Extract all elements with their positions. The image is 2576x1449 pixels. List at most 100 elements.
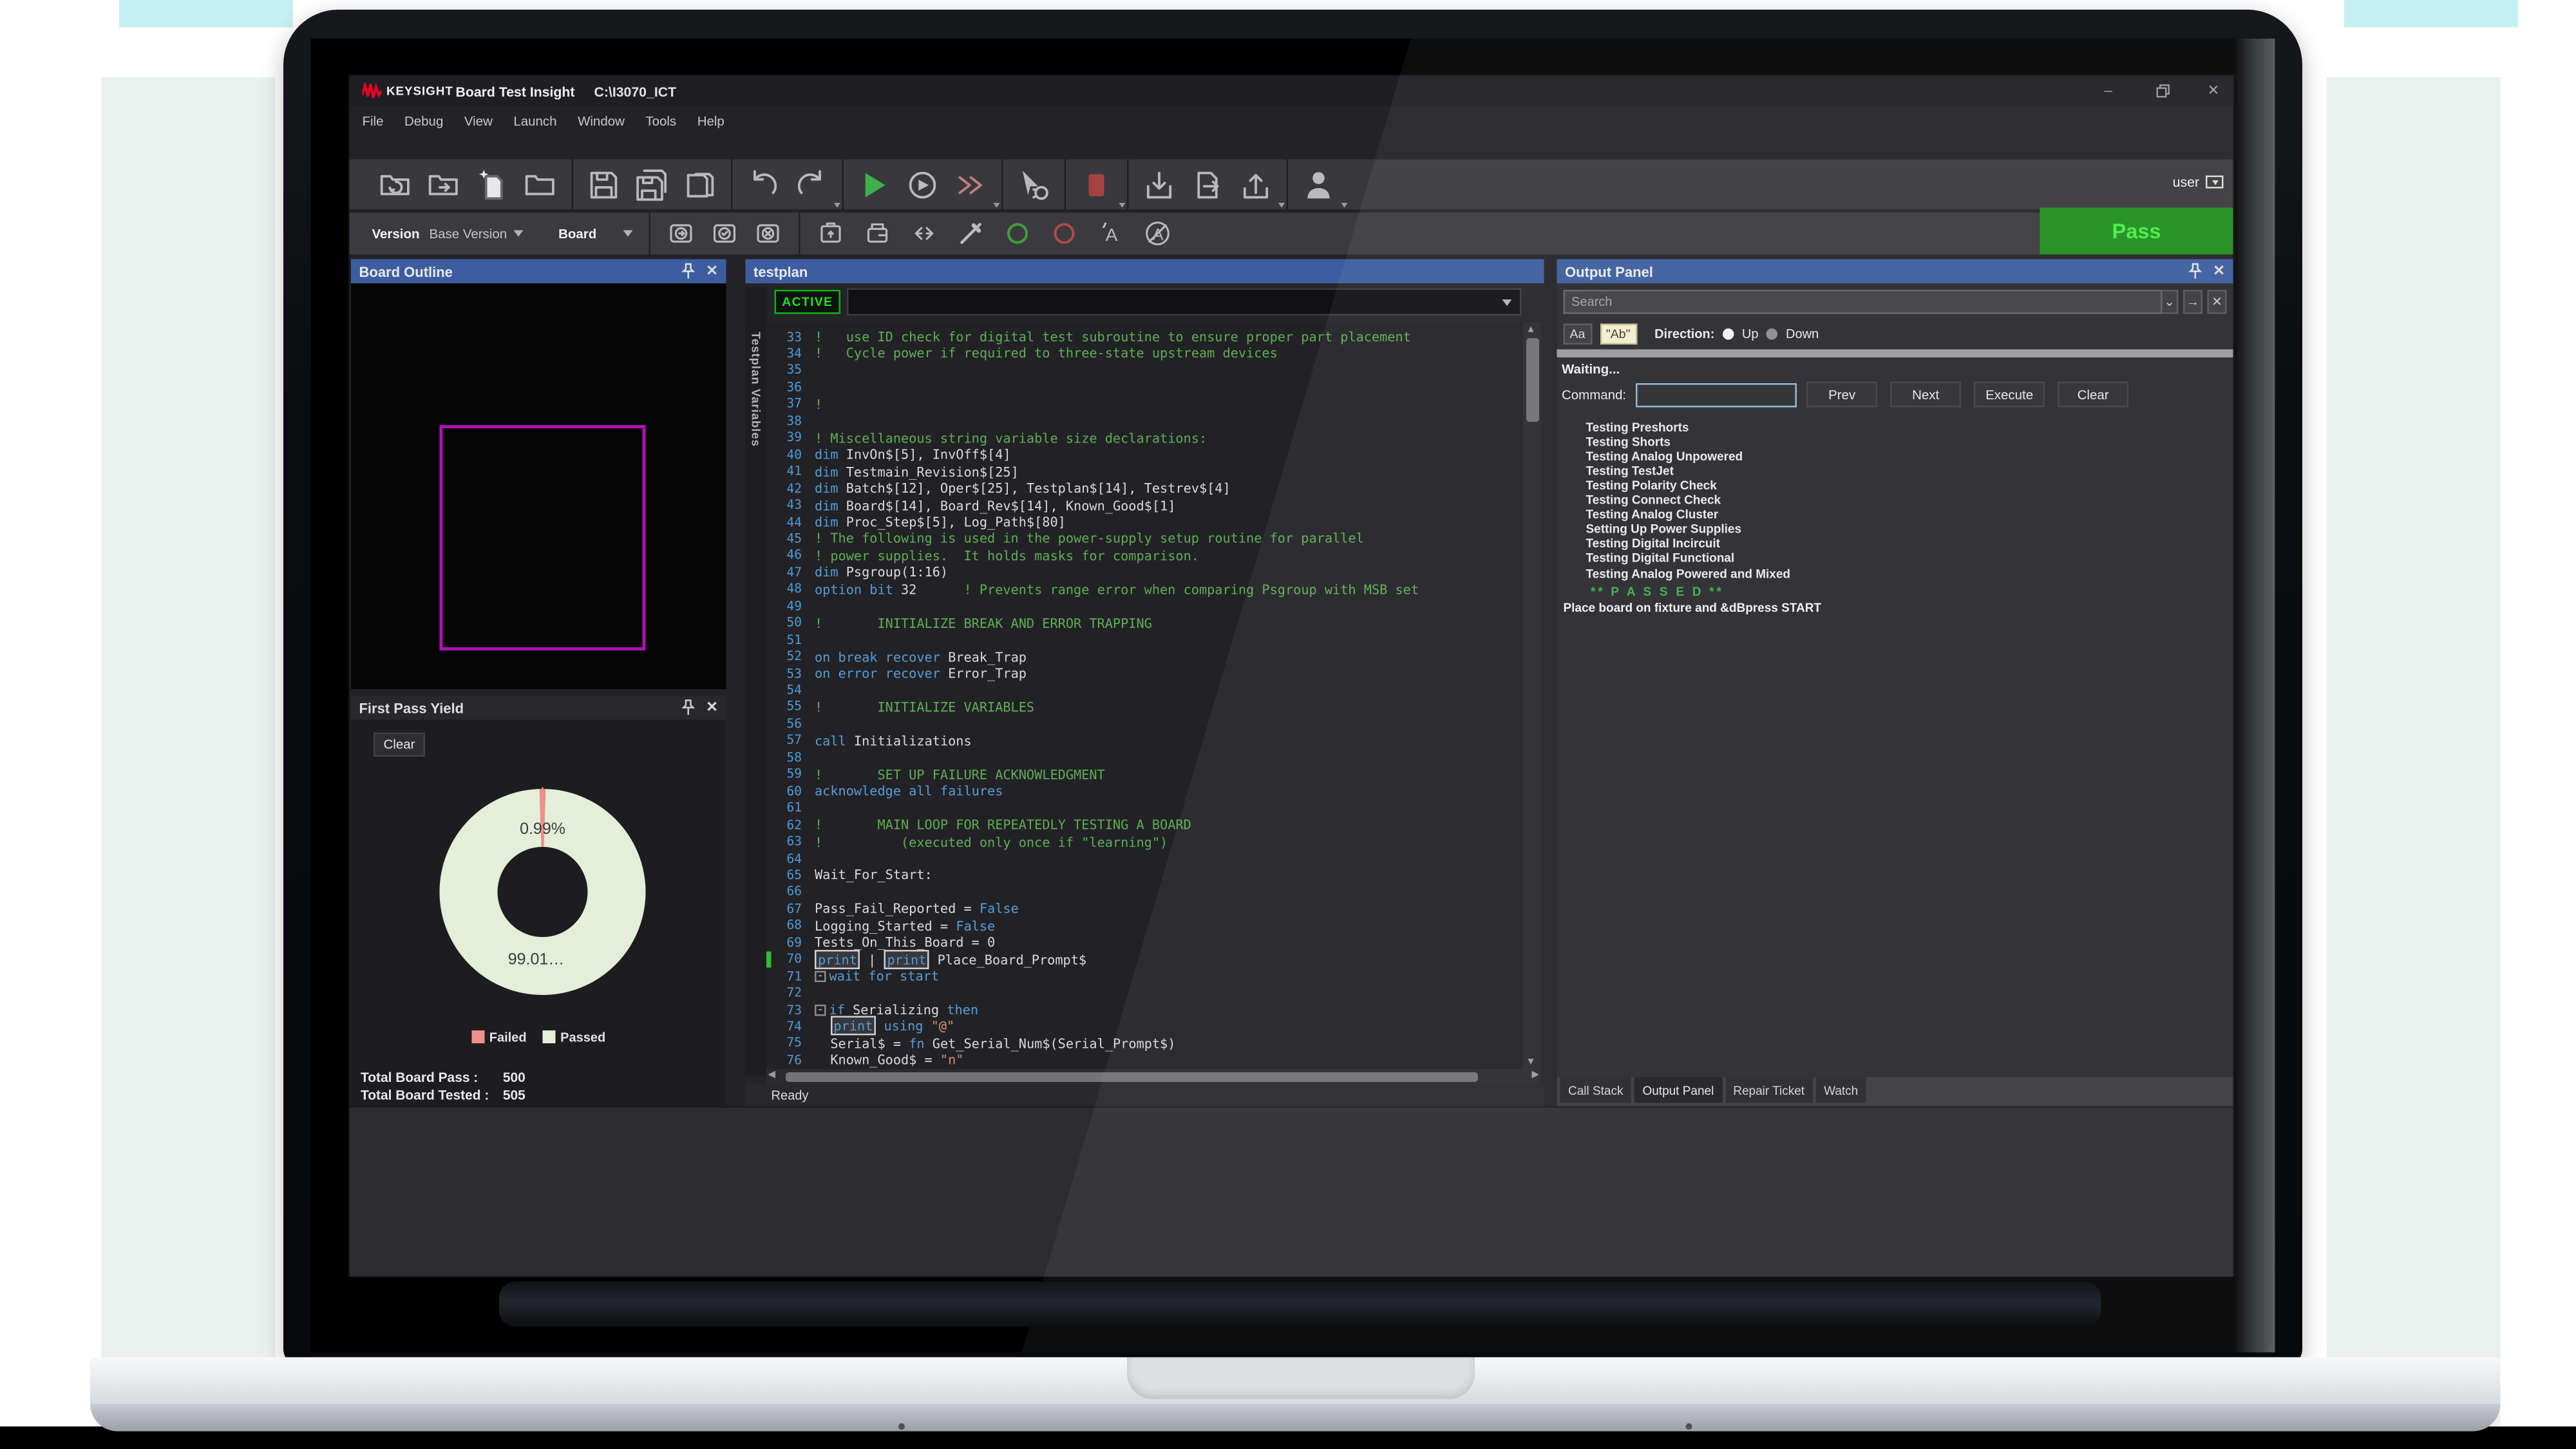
scroll-right-icon[interactable]: ▶ bbox=[1531, 1069, 1539, 1084]
fold-icon[interactable]: - bbox=[815, 1005, 826, 1016]
scroll-left-icon[interactable]: ◀ bbox=[768, 1069, 776, 1084]
no-autoscale-icon[interactable]: A bbox=[1142, 219, 1171, 248]
pin-icon[interactable] bbox=[682, 263, 697, 281]
svg-text:99.01…: 99.01… bbox=[508, 951, 565, 969]
testplan-variables-tab[interactable]: Testplan Variables bbox=[749, 332, 764, 447]
clear-button[interactable]: Clear bbox=[374, 733, 425, 757]
run-to-cursor-icon[interactable] bbox=[1016, 167, 1052, 202]
direction-up-radio[interactable] bbox=[1723, 328, 1734, 340]
code-line-66: 66 bbox=[766, 884, 1541, 900]
tab-watch[interactable]: Watch bbox=[1816, 1077, 1866, 1103]
close-panel-icon[interactable]: ✕ bbox=[706, 263, 718, 281]
step-icon[interactable] bbox=[905, 167, 940, 202]
board-arrow-icon[interactable] bbox=[666, 219, 695, 248]
vertical-scroll-thumb[interactable] bbox=[1526, 338, 1539, 422]
save-icon[interactable] bbox=[586, 167, 621, 202]
line-number: 58 bbox=[766, 750, 802, 765]
horizontal-scrollbar[interactable]: ◀ ▶ bbox=[766, 1069, 1541, 1084]
import-icon[interactable] bbox=[1142, 167, 1177, 202]
menu-launch[interactable]: Launch bbox=[513, 113, 556, 128]
find-next-arrow-button[interactable]: → bbox=[2183, 290, 2202, 314]
execute-button[interactable]: Execute bbox=[1974, 382, 2045, 408]
scroll-down-icon[interactable]: ▼ bbox=[1528, 1055, 1534, 1070]
code-line-45: 45! The following is used in the power-s… bbox=[766, 530, 1541, 547]
board-fail-icon[interactable] bbox=[753, 219, 782, 248]
command-input[interactable] bbox=[1636, 383, 1797, 407]
save-all-icon[interactable] bbox=[634, 167, 670, 202]
open-recent-icon[interactable] bbox=[379, 167, 414, 202]
autoscale-icon[interactable]: A bbox=[1095, 219, 1124, 248]
board-check-icon[interactable] bbox=[709, 219, 738, 248]
user-icon[interactable] bbox=[1301, 167, 1336, 202]
log-line: Testing Preshorts bbox=[1586, 421, 1689, 435]
version-select[interactable]: Base Version bbox=[429, 226, 507, 241]
menu-tools[interactable]: Tools bbox=[645, 113, 676, 128]
fixture-open-icon[interactable] bbox=[862, 219, 891, 248]
menu-debug[interactable]: Debug bbox=[404, 113, 443, 128]
yield-totals: Total Board Pass : 500Total Board Tested… bbox=[361, 1069, 526, 1104]
redo-icon[interactable] bbox=[794, 167, 829, 202]
line-number: 51 bbox=[766, 632, 802, 647]
log-line: Setting Up Power Supplies bbox=[1586, 522, 1742, 537]
close-button[interactable]: ✕ bbox=[2208, 82, 2220, 99]
probe-icon[interactable] bbox=[956, 219, 985, 248]
code-line-43: 43dim Board$[14], Board_Rev$[14], Known_… bbox=[766, 497, 1541, 513]
menu-help[interactable]: Help bbox=[697, 113, 724, 128]
group-overflow-caret-icon[interactable] bbox=[834, 203, 840, 208]
tab-output-panel[interactable]: Output Panel bbox=[1634, 1077, 1722, 1103]
code-editor[interactable]: 76 Known_Good$ = "n"75 Serial$ = fn Get_… bbox=[766, 322, 1541, 1069]
tab-call-stack[interactable]: Call Stack bbox=[1560, 1077, 1631, 1103]
menu-window[interactable]: Window bbox=[578, 113, 625, 128]
minimize-button[interactable]: – bbox=[2105, 82, 2113, 99]
search-input[interactable]: Search bbox=[1564, 290, 2163, 314]
scene: KEYSIGHT Board Test Insight C:\I3070_ICT… bbox=[0, 0, 2576, 1449]
folder-icon[interactable] bbox=[524, 167, 559, 202]
match-word-toggle[interactable]: "Ab" bbox=[1600, 324, 1637, 345]
group-overflow-caret-icon[interactable] bbox=[1341, 203, 1348, 208]
code-line-38: 38 bbox=[766, 413, 1541, 430]
scroll-up-icon[interactable]: ▲ bbox=[1528, 322, 1534, 337]
direction-down-radio[interactable] bbox=[1766, 328, 1778, 340]
new-file-icon[interactable] bbox=[475, 167, 511, 202]
restore-button[interactable] bbox=[2156, 84, 2169, 97]
fold-icon[interactable]: - bbox=[815, 971, 826, 983]
search-history-chevron-icon[interactable]: ⌄ bbox=[2163, 290, 2179, 314]
undo-icon[interactable] bbox=[746, 167, 781, 202]
group-overflow-caret-icon[interactable] bbox=[994, 203, 1000, 208]
clear-button[interactable]: Clear bbox=[2058, 382, 2128, 408]
line-number: 41 bbox=[766, 464, 802, 478]
line-number: 49 bbox=[766, 598, 802, 613]
tab-repair-ticket[interactable]: Repair Ticket bbox=[1725, 1077, 1813, 1103]
prev-button[interactable]: Prev bbox=[1806, 382, 1877, 408]
save-copy-icon[interactable] bbox=[683, 167, 718, 202]
run-icon[interactable] bbox=[857, 167, 892, 202]
toolbar-group bbox=[573, 160, 731, 210]
horizontal-scroll-thumb[interactable] bbox=[786, 1072, 1478, 1081]
group-overflow-caret-icon[interactable] bbox=[1278, 203, 1285, 208]
menu-view[interactable]: View bbox=[464, 113, 493, 128]
upload-icon[interactable] bbox=[1238, 167, 1274, 202]
line-number: 67 bbox=[766, 902, 802, 916]
close-panel-icon[interactable]: ✕ bbox=[706, 699, 718, 717]
vertical-scrollbar[interactable]: ▲ ▼ bbox=[1523, 322, 1541, 1069]
testplan-selector[interactable] bbox=[847, 289, 1522, 316]
pin-icon[interactable] bbox=[2189, 263, 2204, 281]
match-case-toggle[interactable]: Aa bbox=[1564, 324, 1592, 345]
compare-arrows-icon[interactable] bbox=[909, 219, 938, 248]
clear-search-button[interactable]: ✕ bbox=[2208, 290, 2227, 314]
stop-icon[interactable] bbox=[1079, 167, 1114, 202]
open-folder-icon[interactable] bbox=[427, 167, 462, 202]
fast-forward-icon[interactable] bbox=[953, 167, 989, 202]
close-panel-icon[interactable]: ✕ bbox=[2213, 263, 2225, 281]
pass-ring-icon[interactable] bbox=[1002, 219, 1031, 248]
menu-file[interactable]: File bbox=[363, 113, 384, 128]
board-outline-canvas[interactable] bbox=[351, 283, 726, 689]
group-overflow-caret-icon[interactable] bbox=[1119, 203, 1126, 208]
user-chip[interactable]: user bbox=[2173, 174, 2224, 190]
fixture-up-icon[interactable] bbox=[815, 219, 844, 248]
pin-icon[interactable] bbox=[682, 699, 697, 717]
next-button[interactable]: Next bbox=[1890, 382, 1961, 408]
fail-ring-icon[interactable] bbox=[1049, 219, 1078, 248]
board-select-chevron-icon[interactable] bbox=[622, 231, 632, 237]
export-icon[interactable] bbox=[1190, 167, 1226, 202]
